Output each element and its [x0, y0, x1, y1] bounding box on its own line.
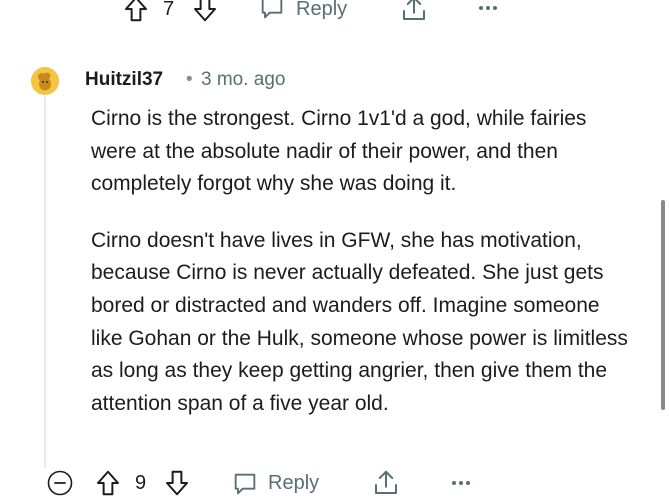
reply-button[interactable]: Reply: [296, 0, 347, 21]
thread-line[interactable]: [44, 96, 46, 468]
share-icon[interactable]: [371, 468, 401, 498]
vote-count: 7: [163, 0, 175, 20]
more-options-icon[interactable]: [451, 478, 471, 488]
scrollbar[interactable]: [661, 200, 665, 410]
upvote-icon[interactable]: [121, 0, 151, 24]
share-icon[interactable]: [399, 0, 429, 24]
downvote-icon[interactable]: [190, 0, 220, 24]
comment-paragraph: Cirno doesn't have lives in GFW, she has…: [91, 228, 628, 415]
separator-dot: •: [186, 69, 193, 90]
comment-body: Cirno is the strongest. Cirno 1v1'd a go…: [91, 103, 636, 444]
reply-bubble-icon[interactable]: [258, 0, 286, 22]
username[interactable]: Huitzil37: [85, 69, 163, 91]
avatar[interactable]: [31, 67, 59, 95]
more-options-icon[interactable]: [478, 3, 498, 13]
vote-count: 9: [135, 472, 147, 494]
comment-paragraph: Cirno is the strongest. Cirno 1v1'd a go…: [91, 107, 587, 196]
collapse-thread-icon[interactable]: [47, 470, 73, 496]
reply-button[interactable]: Reply: [268, 472, 319, 495]
upvote-icon[interactable]: [93, 468, 123, 498]
downvote-icon[interactable]: [162, 468, 192, 498]
reply-bubble-icon[interactable]: [231, 470, 259, 498]
timestamp: 3 mo. ago: [201, 69, 286, 90]
